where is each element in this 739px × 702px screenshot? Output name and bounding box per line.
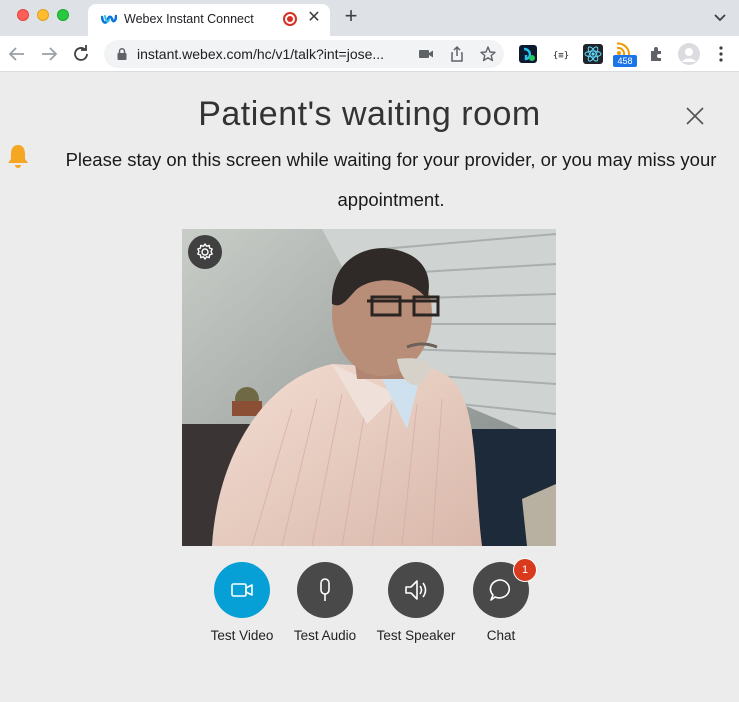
window-zoom-button[interactable] xyxy=(57,9,69,21)
address-bar[interactable]: instant.webex.com/hc/v1/talk?int=jose... xyxy=(104,40,504,68)
camera-in-use-icon[interactable] xyxy=(417,45,435,63)
bookmark-star-icon[interactable] xyxy=(479,45,497,63)
extension-badge-count: 458 xyxy=(613,55,637,67)
tab-title: Webex Instant Connect xyxy=(124,12,254,26)
extension-rss-feed-icon[interactable]: 458 xyxy=(613,42,637,68)
test-video-button[interactable] xyxy=(214,562,270,618)
speaker-icon xyxy=(405,580,427,600)
test-audio-button[interactable] xyxy=(297,562,353,618)
browser-tab-webex[interactable]: Webex Instant Connect ✕ xyxy=(88,4,330,36)
browser-menu-icon[interactable] xyxy=(711,44,731,64)
url-text: instant.webex.com/hc/v1/talk?int=jose... xyxy=(137,46,385,62)
test-video-label: Test Video xyxy=(210,628,274,643)
close-icon[interactable] xyxy=(684,105,706,127)
lock-icon xyxy=(117,48,127,60)
chat-unread-badge: 1 xyxy=(513,558,537,582)
camera-preview-image xyxy=(182,229,556,546)
recording-indicator-icon xyxy=(283,12,297,26)
self-view-video xyxy=(182,229,556,546)
extensions-puzzle-icon[interactable] xyxy=(647,44,667,64)
bell-icon xyxy=(8,145,28,168)
gear-icon xyxy=(197,243,213,260)
test-speaker-label: Test Speaker xyxy=(376,628,456,643)
back-arrow-icon[interactable] xyxy=(5,42,29,66)
reload-icon[interactable] xyxy=(69,42,93,66)
webex-favicon-icon xyxy=(101,14,117,24)
extension-react-icon[interactable] xyxy=(583,44,603,64)
svg-text:{≡}: {≡} xyxy=(553,51,569,61)
browser-tab-bar: Webex Instant Connect ✕ + xyxy=(0,0,739,36)
window-minimize-button[interactable] xyxy=(37,9,49,21)
rss-icon xyxy=(616,42,630,56)
tab-search-chevron-icon[interactable] xyxy=(711,9,729,27)
forward-arrow-icon[interactable] xyxy=(37,42,61,66)
extension-vpn-icon[interactable] xyxy=(518,44,538,64)
page-title: Patient's waiting room xyxy=(198,95,541,133)
tab-close-icon[interactable]: ✕ xyxy=(305,9,323,27)
waiting-notice-text: Please stay on this screen while waiting… xyxy=(65,149,717,210)
video-camera-icon xyxy=(231,583,253,597)
test-audio-label: Test Audio xyxy=(293,628,357,643)
test-speaker-button[interactable] xyxy=(388,562,444,618)
chat-bubble-icon xyxy=(489,579,511,601)
profile-avatar[interactable] xyxy=(678,43,700,65)
browser-toolbar: instant.webex.com/hc/v1/talk?int=jose...… xyxy=(0,36,739,72)
video-settings-button[interactable] xyxy=(188,235,222,269)
share-icon[interactable] xyxy=(448,45,466,63)
chat-label: Chat xyxy=(486,628,516,643)
new-tab-button[interactable]: + xyxy=(340,5,362,28)
microphone-icon xyxy=(320,578,330,601)
window-close-button[interactable] xyxy=(17,9,29,21)
extension-json-icon[interactable]: {≡} xyxy=(551,44,571,64)
